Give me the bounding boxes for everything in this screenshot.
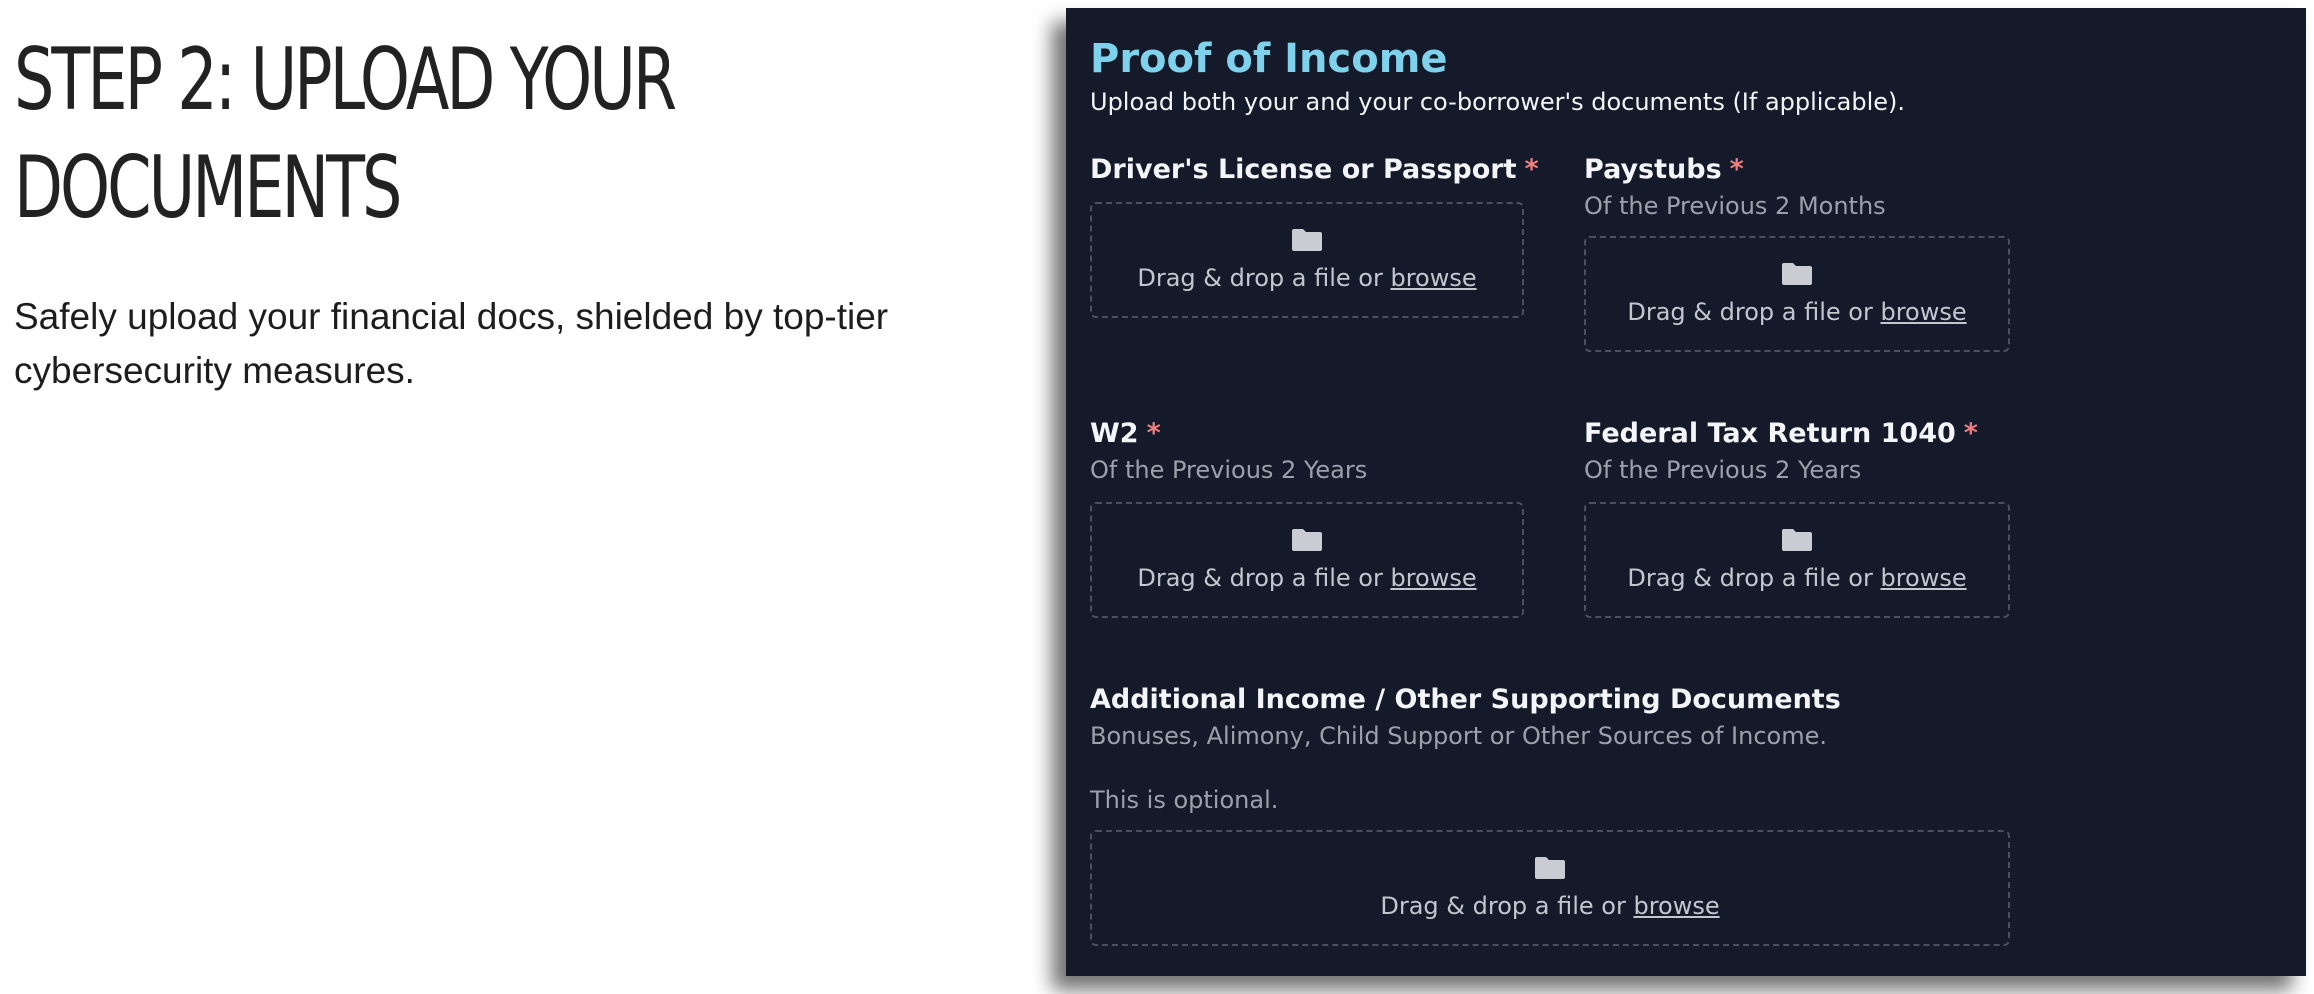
required-asterisk: *: [1729, 154, 1744, 185]
step-title-line-2: DOCUMENTS: [14, 138, 402, 238]
required-asterisk: *: [1524, 154, 1539, 185]
proof-of-income-card: Proof of Income Upload both your and you…: [1066, 8, 2306, 976]
dropzone-prompt: Drag & drop a file or: [1627, 564, 1881, 592]
dropzone-text: Drag & drop a file or browse: [1137, 264, 1476, 292]
w2-label-text: W2: [1090, 418, 1139, 449]
browse-link[interactable]: browse: [1390, 564, 1476, 592]
browse-link[interactable]: browse: [1633, 892, 1719, 920]
step-title: STEP 2: UPLOAD YOUR DOCUMENTS: [14, 26, 680, 242]
step-description-line-1: Safely upload your financial docs, shiel…: [14, 296, 889, 337]
w2-hint: Of the Previous 2 Years: [1090, 456, 1368, 484]
paystubs-label: Paystubs *: [1584, 154, 1744, 185]
step-description-line-2: cybersecurity measures.: [14, 350, 415, 391]
optional-note: This is optional.: [1090, 786, 1279, 814]
dropzone-text: Drag & drop a file or browse: [1137, 564, 1476, 592]
folder-icon: [1782, 263, 1812, 285]
step-description: Safely upload your financial docs, shiel…: [14, 290, 934, 398]
dropzone-prompt: Drag & drop a file or: [1137, 564, 1391, 592]
dropzone-prompt: Drag & drop a file or: [1627, 298, 1881, 326]
card-subtitle: Upload both your and your co-borrower's …: [1090, 88, 1906, 116]
tax-return-hint: Of the Previous 2 Years: [1584, 456, 1862, 484]
license-dropzone[interactable]: Drag & drop a file or browse: [1090, 202, 1524, 318]
dropzone-prompt: Drag & drop a file or: [1380, 892, 1634, 920]
paystubs-label-text: Paystubs: [1584, 154, 1722, 185]
browse-link[interactable]: browse: [1880, 564, 1966, 592]
card-title: Proof of Income: [1090, 36, 1448, 82]
required-asterisk: *: [1963, 418, 1978, 449]
required-asterisk: *: [1146, 418, 1161, 449]
browse-link[interactable]: browse: [1390, 264, 1476, 292]
paystubs-dropzone[interactable]: Drag & drop a file or browse: [1584, 236, 2010, 352]
browse-link[interactable]: browse: [1880, 298, 1966, 326]
dropzone-text: Drag & drop a file or browse: [1627, 298, 1966, 326]
step-title-line-1: STEP 2: UPLOAD YOUR: [14, 30, 677, 130]
w2-label: W2 *: [1090, 418, 1161, 449]
folder-icon: [1292, 229, 1322, 251]
folder-icon: [1782, 529, 1812, 551]
paystubs-hint: Of the Previous 2 Months: [1584, 192, 1886, 220]
dropzone-prompt: Drag & drop a file or: [1137, 264, 1391, 292]
additional-income-label: Additional Income / Other Supporting Doc…: [1090, 684, 1841, 715]
tax-return-dropzone[interactable]: Drag & drop a file or browse: [1584, 502, 2010, 618]
additional-income-dropzone[interactable]: Drag & drop a file or browse: [1090, 830, 2010, 946]
tax-return-label: Federal Tax Return 1040 *: [1584, 418, 1978, 449]
tax-return-label-text: Federal Tax Return 1040: [1584, 418, 1956, 449]
w2-dropzone[interactable]: Drag & drop a file or browse: [1090, 502, 1524, 618]
folder-icon: [1535, 857, 1565, 879]
license-label: Driver's License or Passport *: [1090, 154, 1539, 185]
additional-income-hint: Bonuses, Alimony, Child Support or Other…: [1090, 722, 1827, 750]
dropzone-text: Drag & drop a file or browse: [1380, 892, 1719, 920]
license-label-text: Driver's License or Passport: [1090, 154, 1517, 185]
folder-icon: [1292, 529, 1322, 551]
dropzone-text: Drag & drop a file or browse: [1627, 564, 1966, 592]
